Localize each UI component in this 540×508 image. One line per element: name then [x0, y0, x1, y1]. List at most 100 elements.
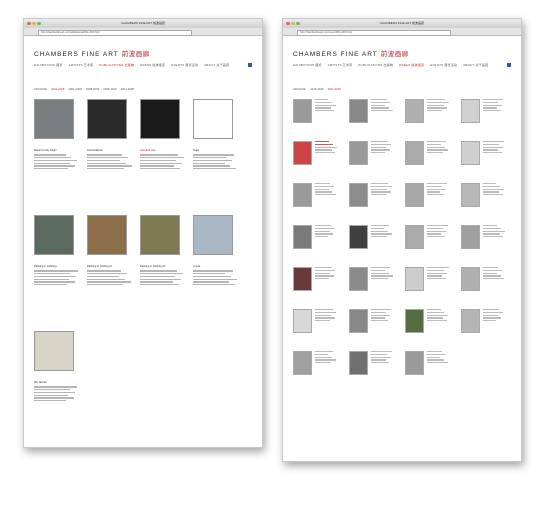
press-thumbnail[interactable] [349, 183, 368, 207]
year-link[interactable]: 2011-2015 [51, 87, 64, 91]
press-thumbnail[interactable] [293, 183, 312, 207]
press-thumbnail[interactable] [349, 225, 368, 249]
press-item[interactable] [461, 267, 505, 303]
press-item[interactable] [349, 225, 393, 261]
press-item[interactable] [405, 351, 449, 387]
press-thumbnail[interactable] [461, 225, 480, 249]
press-item[interactable] [405, 267, 449, 303]
book-cover-image[interactable] [193, 215, 233, 255]
year-link[interactable]: 2001-2005 [121, 87, 134, 91]
press-item[interactable] [293, 267, 337, 303]
zoom-icon[interactable] [296, 21, 300, 25]
publication-title[interactable]: Tears [193, 149, 238, 152]
press-thumbnail[interactable] [349, 99, 368, 123]
nav-item[interactable]: PUBLICATIONS 出版物 [99, 63, 134, 67]
press-thumbnail[interactable] [405, 351, 424, 375]
press-item[interactable] [461, 99, 505, 135]
press-thumbnail[interactable] [293, 141, 312, 165]
press-item[interactable] [405, 225, 449, 261]
nav-item[interactable]: EXHIBITIONS 展览 [293, 63, 322, 67]
press-item[interactable] [293, 183, 337, 219]
url-field[interactable]: http://chambersfineart.com/press/2011-20… [297, 29, 451, 36]
nav-item[interactable]: EXHIBITIONS 展览 [34, 63, 63, 67]
press-thumbnail[interactable] [293, 267, 312, 291]
publication-card[interactable]: Tears [193, 99, 238, 207]
nav-item[interactable]: EVENTS 展览活动 [171, 63, 198, 67]
press-thumbnail[interactable] [293, 351, 312, 375]
press-thumbnail[interactable] [293, 99, 312, 123]
minimize-icon[interactable] [32, 21, 36, 25]
press-thumbnail[interactable] [405, 225, 424, 249]
book-cover-image[interactable] [34, 215, 74, 255]
site-logo[interactable]: CHAMBERS FINE ART 前波画廊 [293, 48, 511, 58]
publication-title[interactable]: Wu Jian'an [34, 381, 79, 384]
year-link[interactable]: 2011-2015 [328, 87, 341, 91]
year-link[interactable]: 2015-2016 [310, 87, 323, 91]
publication-card[interactable]: Wu Jian'an [34, 331, 79, 439]
publication-card[interactable]: Painting in Coloring II [87, 215, 132, 323]
press-item[interactable] [349, 99, 393, 135]
press-item[interactable] [293, 309, 337, 345]
press-item[interactable] [349, 141, 393, 177]
press-thumbnail[interactable] [405, 183, 424, 207]
publication-title[interactable]: Return to the Origin [34, 149, 79, 152]
publication-card[interactable]: Return to the Origin [34, 99, 79, 207]
year-link[interactable]: 2008-2009 [86, 87, 99, 91]
press-thumbnail[interactable] [349, 141, 368, 165]
nav-item[interactable]: ARTISTS 艺术家 [69, 63, 94, 67]
book-cover-image[interactable] [87, 215, 127, 255]
nav-item[interactable]: ABOUT 关于画廊 [204, 63, 229, 67]
site-logo[interactable]: CHAMBERS FINE ART 前波画廊 [34, 48, 252, 58]
press-item[interactable] [405, 141, 449, 177]
publication-title[interactable]: Intended Use [140, 149, 185, 152]
press-item[interactable] [349, 309, 393, 345]
press-thumbnail[interactable] [461, 309, 480, 333]
publication-title[interactable]: Painting in Coloring II [87, 265, 132, 268]
press-item[interactable] [405, 99, 449, 135]
book-cover-image[interactable] [34, 331, 74, 371]
nav-item[interactable]: EVENTS 展览活动 [430, 63, 457, 67]
publication-card[interactable]: Intended Use [140, 99, 185, 207]
year-link[interactable]: 2006-2010 [103, 87, 116, 91]
facebook-icon[interactable] [507, 63, 511, 67]
press-item[interactable] [349, 351, 393, 387]
year-link[interactable]: 2001-2008 [68, 87, 81, 91]
press-item[interactable] [293, 351, 337, 387]
press-thumbnail[interactable] [461, 267, 480, 291]
press-item[interactable] [461, 225, 505, 261]
publication-card[interactable]: Concordance [87, 99, 132, 207]
press-item[interactable] [405, 309, 449, 345]
press-item[interactable] [349, 183, 393, 219]
publication-title[interactable]: Painting in Coloring [34, 265, 79, 268]
publication-card[interactable]: Painting in Coloring III [140, 215, 185, 323]
press-thumbnail[interactable] [349, 351, 368, 375]
book-cover-image[interactable] [140, 215, 180, 255]
url-field[interactable]: http://chambersfineart.com/publications/… [38, 29, 192, 36]
press-item[interactable] [461, 141, 505, 177]
nav-item[interactable]: PRESS 媒体报道 [140, 63, 165, 67]
press-item[interactable] [349, 267, 393, 303]
close-icon[interactable] [27, 21, 31, 25]
press-item[interactable] [293, 225, 337, 261]
press-thumbnail[interactable] [405, 99, 424, 123]
nav-item[interactable]: PRESS 媒体报道 [399, 63, 424, 67]
press-item[interactable] [293, 141, 337, 177]
press-thumbnail[interactable] [461, 183, 480, 207]
publication-title[interactable]: Concordance [87, 149, 132, 152]
publication-card[interactable]: Painting in Coloring [34, 215, 79, 323]
press-item[interactable] [405, 183, 449, 219]
press-thumbnail[interactable] [293, 309, 312, 333]
minimize-icon[interactable] [291, 21, 295, 25]
press-thumbnail[interactable] [405, 309, 424, 333]
press-thumbnail[interactable] [461, 141, 480, 165]
press-item[interactable] [461, 309, 505, 345]
close-icon[interactable] [286, 21, 290, 25]
press-thumbnail[interactable] [461, 99, 480, 123]
nav-item[interactable]: ARTISTS 艺术家 [328, 63, 353, 67]
facebook-icon[interactable] [248, 63, 252, 67]
press-thumbnail[interactable] [349, 267, 368, 291]
book-cover-image[interactable] [140, 99, 180, 139]
publication-title[interactable]: Ai Lee [193, 265, 238, 268]
publication-title[interactable]: Painting in Coloring III [140, 265, 185, 268]
book-cover-image[interactable] [87, 99, 127, 139]
